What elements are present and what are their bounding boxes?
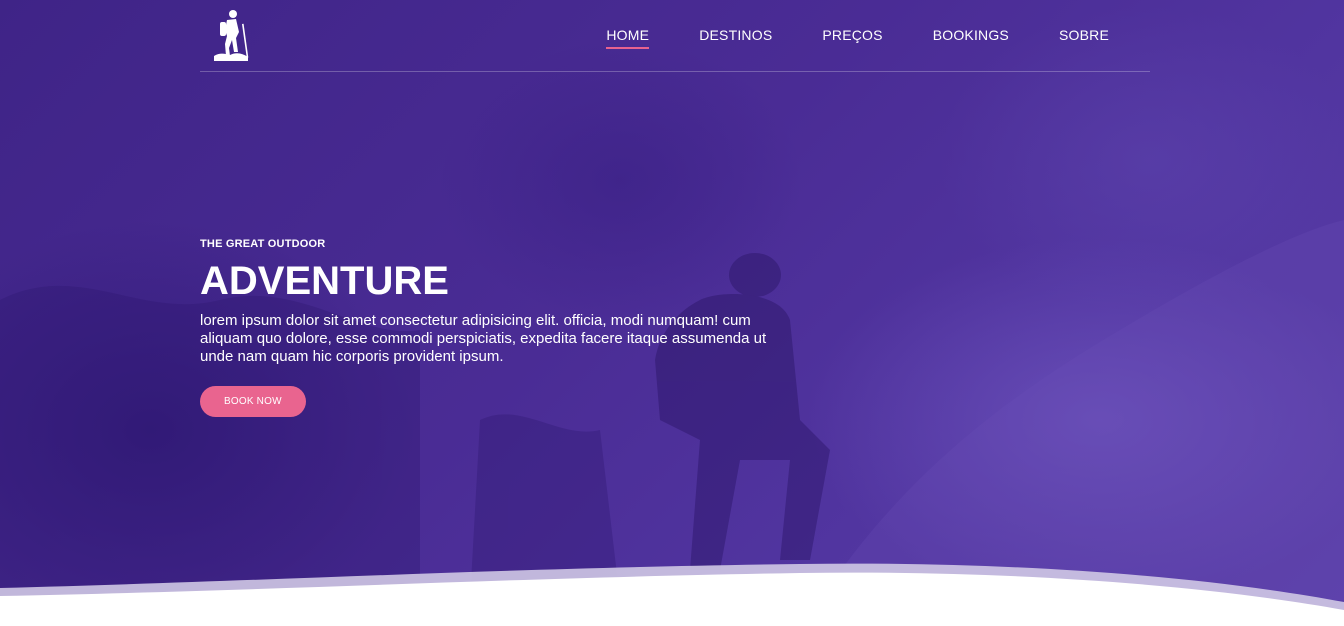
- hero-content: THE GREAT OUTDOOR ADVENTURE lorem ipsum …: [200, 238, 800, 417]
- hero-description: lorem ipsum dolor sit amet consectetur a…: [200, 312, 767, 365]
- nav-destinos[interactable]: DESTINOS: [699, 27, 772, 49]
- hiker-logo-icon[interactable]: [212, 8, 252, 64]
- nav-precos[interactable]: PREÇOS: [822, 27, 882, 49]
- nav-sobre[interactable]: SOBRE: [1059, 27, 1109, 49]
- navbar: HOME DESTINOS PREÇOS BOOKINGS SOBRE: [200, 0, 1150, 72]
- nav-bookings[interactable]: BOOKINGS: [933, 27, 1009, 49]
- wave-divider: [0, 563, 1344, 626]
- main-nav: HOME DESTINOS PREÇOS BOOKINGS SOBRE: [556, 27, 1109, 49]
- hero-title: ADVENTURE: [200, 259, 449, 303]
- hero-eyebrow: THE GREAT OUTDOOR: [200, 238, 326, 250]
- nav-home[interactable]: HOME: [606, 27, 650, 49]
- book-now-button[interactable]: BOOK NOW: [200, 386, 306, 417]
